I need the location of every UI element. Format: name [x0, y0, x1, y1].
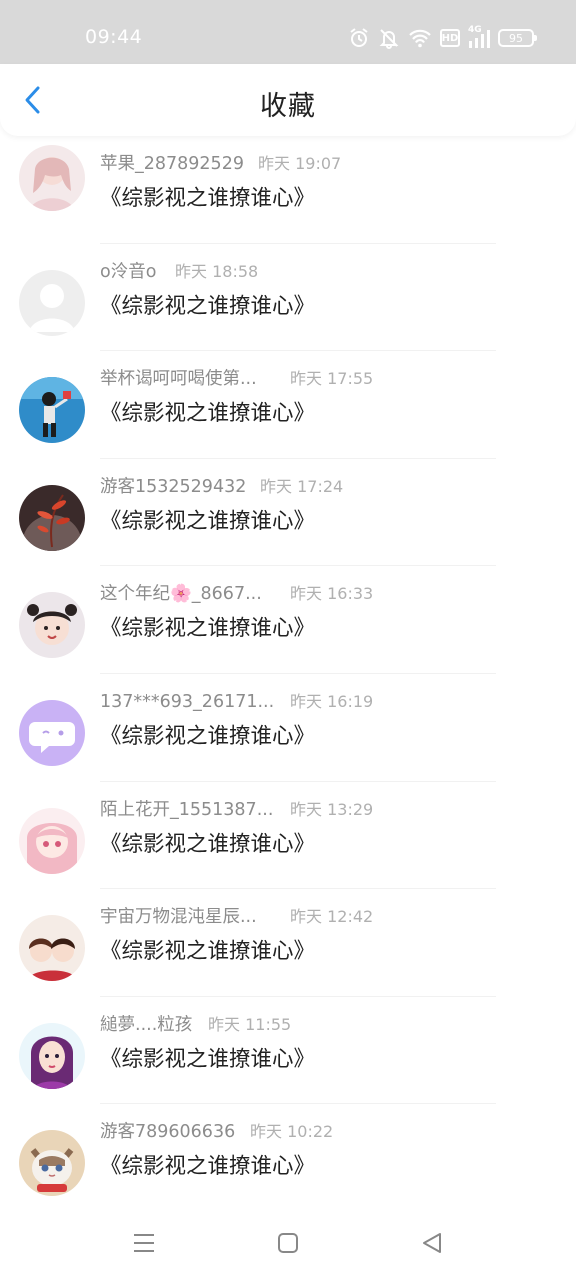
item-meta: 这个年纪🌸_8667... 昨天 16:33: [100, 580, 373, 605]
avatar: [19, 377, 85, 444]
avatar: [19, 1130, 85, 1197]
book-title: 《综影视之谁撩谁心》: [100, 1046, 316, 1072]
item-time: 昨天 11:55: [208, 1014, 292, 1034]
menu-button[interactable]: [129, 1228, 159, 1258]
status-bar: 09:44 HD 4G 95: [0, 0, 576, 64]
book-title: 《综影视之谁撩谁心》: [100, 831, 316, 857]
book-title: 《综影视之谁撩谁心》: [100, 724, 316, 749]
item-meta: 游客1532529432 昨天 17:24: [100, 473, 343, 498]
network-type: 4G: [468, 25, 482, 35]
home-button[interactable]: [273, 1228, 303, 1258]
list-item[interactable]: o泠音o 昨天 18:58 《综影视之谁撩谁心》: [0, 244, 576, 352]
back-nav-button[interactable]: [417, 1228, 447, 1258]
home-icon: [278, 1233, 298, 1253]
book-title: 《综影视之谁撩谁心》: [100, 939, 316, 965]
book-title: 《综影视之谁撩谁心》: [100, 401, 316, 427]
list-item[interactable]: 陌上花开_1551387... 昨天 13:29 《综影视之谁撩谁心》: [0, 782, 576, 890]
item-time: 昨天 17:55: [290, 369, 374, 389]
user-name: o泠音o: [100, 261, 157, 282]
list-item[interactable]: 宇宙万物混沌星辰... 昨天 12:42 《综影视之谁撩谁心》: [0, 889, 576, 997]
item-time: 昨天 17:24: [260, 476, 344, 496]
item-meta: 縋夢....粒孩 昨天 11:55: [100, 1011, 291, 1036]
avatar: [19, 915, 85, 982]
avatar: [19, 484, 85, 551]
list-item[interactable]: 游客1532529432 昨天 17:24 《综影视之谁撩谁心》: [0, 459, 576, 567]
hd-badge: HD: [440, 29, 460, 47]
user-name: 宇宙万物混沌星辰...: [100, 907, 257, 928]
avatar: [19, 700, 85, 766]
item-meta: 举杯谒呵呵喝使第... 昨天 17:55: [100, 365, 373, 390]
item-time: 昨天 10:22: [250, 1122, 334, 1142]
header: 收藏: [0, 64, 576, 136]
user-name: 举杯谒呵呵喝使第...: [100, 369, 257, 390]
system-nav-bar: [0, 1208, 576, 1280]
book-title: 《综影视之谁撩谁心》: [100, 508, 316, 534]
signal-icon: 4G: [468, 25, 490, 49]
avatar: [19, 145, 85, 211]
book-title: 《综影视之谁撩谁心》: [100, 1154, 316, 1180]
item-time: 昨天 19:07: [258, 154, 342, 173]
alarm-icon: [348, 27, 370, 49]
user-name: 137***693_26171...: [100, 692, 275, 712]
battery-indicator: 95: [498, 29, 537, 47]
list-item[interactable]: 游客789606636 昨天 10:22 《综影视之谁撩谁心》: [0, 1104, 576, 1208]
list-item[interactable]: 137***693_26171... 昨天 16:19 《综影视之谁撩谁心》: [0, 674, 576, 782]
item-time: 昨天 18:58: [175, 261, 259, 281]
bell-off-icon: [378, 27, 400, 49]
book-title: 《综影视之谁撩谁心》: [100, 293, 316, 319]
status-time: 09:44: [85, 26, 143, 48]
item-meta: 宇宙万物混沌星辰... 昨天 12:42: [100, 903, 373, 928]
page-title: 收藏: [260, 91, 316, 122]
user-name: 縋夢....粒孩: [100, 1014, 193, 1035]
user-name: 游客789606636: [100, 1122, 236, 1143]
avatar: [19, 592, 85, 659]
item-meta: 陌上花开_1551387... 昨天 13:29: [100, 796, 373, 821]
list-item[interactable]: 縋夢....粒孩 昨天 11:55 《综影视之谁撩谁心》: [0, 997, 576, 1105]
list-item[interactable]: 这个年纪🌸_8667... 昨天 16:33 《综影视之谁撩谁心》: [0, 566, 576, 674]
item-time: 昨天 16:33: [290, 584, 374, 604]
favorites-list: 苹果_287892529 昨天 19:07 《综影视之谁撩谁心》 o泠音o 昨天…: [0, 136, 576, 1208]
user-name: 游客1532529432: [100, 476, 247, 497]
item-time: 昨天 13:29: [290, 799, 374, 819]
avatar: [19, 269, 85, 336]
list-item[interactable]: 举杯谒呵呵喝使第... 昨天 17:55 《综影视之谁撩谁心》: [0, 351, 576, 459]
item-time: 昨天 16:19: [290, 692, 374, 711]
item-meta: o泠音o 昨天 18:58: [100, 258, 258, 283]
avatar: [19, 1022, 85, 1089]
item-meta: 137***693_26171... 昨天 16:19: [100, 688, 373, 712]
user-name: 苹果_287892529: [100, 154, 244, 174]
book-title: 《综影视之谁撩谁心》: [100, 616, 316, 642]
wifi-icon: [408, 28, 432, 48]
user-name: 这个年纪🌸_8667...: [100, 584, 262, 605]
item-meta: 游客789606636 昨天 10:22: [100, 1118, 333, 1143]
book-title: 《综影视之谁撩谁心》: [100, 186, 316, 211]
item-meta: 苹果_287892529 昨天 19:07: [100, 150, 341, 175]
menu-icon: [134, 1234, 154, 1252]
list-item[interactable]: 苹果_287892529 昨天 19:07 《综影视之谁撩谁心》: [0, 136, 576, 244]
user-name: 陌上花开_1551387...: [100, 799, 274, 820]
item-time: 昨天 12:42: [290, 907, 374, 927]
triangle-back-icon: [423, 1233, 441, 1253]
status-icons: HD 4G 95: [348, 24, 537, 52]
avatar: [19, 807, 85, 874]
